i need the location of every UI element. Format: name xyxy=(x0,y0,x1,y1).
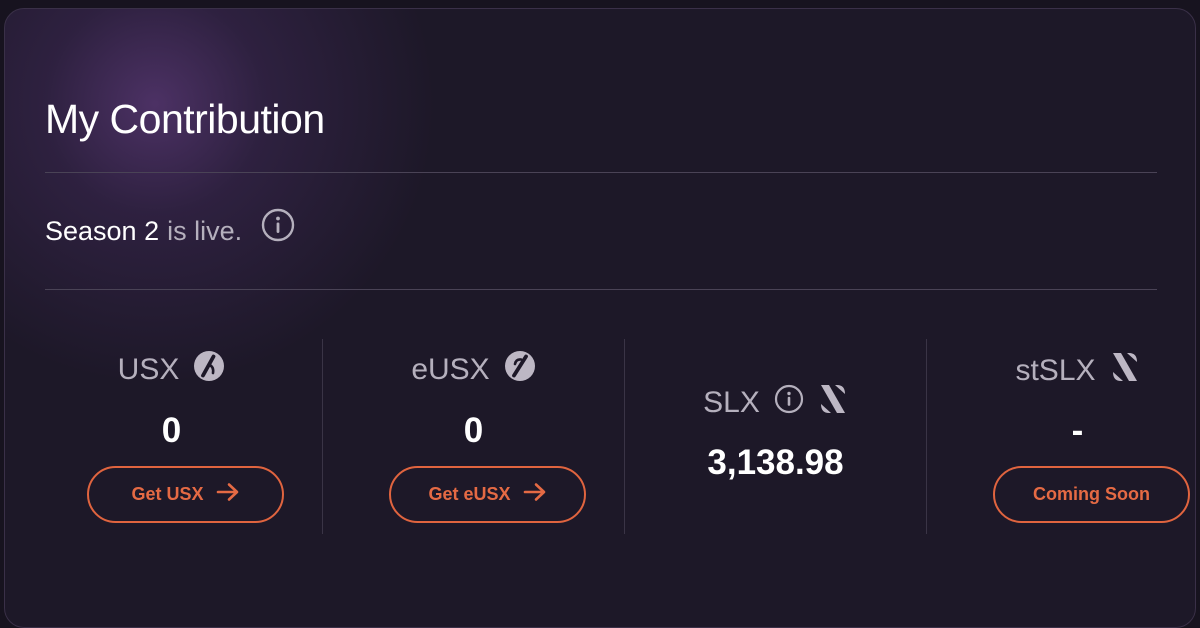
eusx-token-icon xyxy=(504,350,536,390)
stat-eusx-value: 0 xyxy=(463,411,484,450)
stat-slx-label: SLX xyxy=(703,386,760,419)
stat-stslx-label: stSLX xyxy=(1015,354,1096,387)
card-title: My Contribution xyxy=(45,96,325,142)
arrow-right-icon xyxy=(523,482,547,507)
contribution-card: My Contribution Season 2 is live. USX 0 … xyxy=(4,8,1196,628)
season-status: Season 2 is live. xyxy=(45,208,295,250)
get-usx-button[interactable]: Get USX xyxy=(87,466,284,523)
get-eusx-label: Get eUSX xyxy=(428,484,511,504)
slx-info-icon[interactable] xyxy=(774,384,804,422)
stat-usx-header: USX xyxy=(21,350,322,390)
stat-usx: USX 0 Get USX xyxy=(21,339,322,534)
stat-eusx-header: eUSX xyxy=(323,350,624,390)
stat-slx-value: 3,138.98 xyxy=(707,443,844,482)
stat-eusx: eUSX 0 Get eUSX xyxy=(323,339,624,534)
get-eusx-button[interactable]: Get eUSX xyxy=(389,466,586,523)
get-usx-label: Get USX xyxy=(131,484,204,504)
title-divider xyxy=(45,172,1157,173)
stat-usx-label: USX xyxy=(117,353,180,386)
season-divider xyxy=(45,289,1157,290)
stat-stslx-header: stSLX xyxy=(927,350,1195,392)
stslx-token-icon xyxy=(1110,350,1140,392)
season-info-icon[interactable] xyxy=(261,208,295,250)
coming-soon-button[interactable]: Coming Soon xyxy=(993,466,1190,523)
season-name: Season 2 xyxy=(45,216,160,246)
season-state: is live. xyxy=(167,216,243,246)
stat-slx-header: SLX xyxy=(625,382,926,424)
coming-soon-label: Coming Soon xyxy=(1033,484,1150,504)
stat-stslx: stSLX - Coming Soon xyxy=(927,339,1195,534)
slx-token-icon xyxy=(818,382,848,424)
stat-stslx-value: - xyxy=(1071,411,1084,450)
usx-token-icon xyxy=(193,350,225,390)
arrow-right-icon xyxy=(216,482,240,507)
stat-eusx-label: eUSX xyxy=(411,353,490,386)
stat-usx-value: 0 xyxy=(161,411,182,450)
stat-slx: SLX 3,138.98 xyxy=(625,339,926,534)
